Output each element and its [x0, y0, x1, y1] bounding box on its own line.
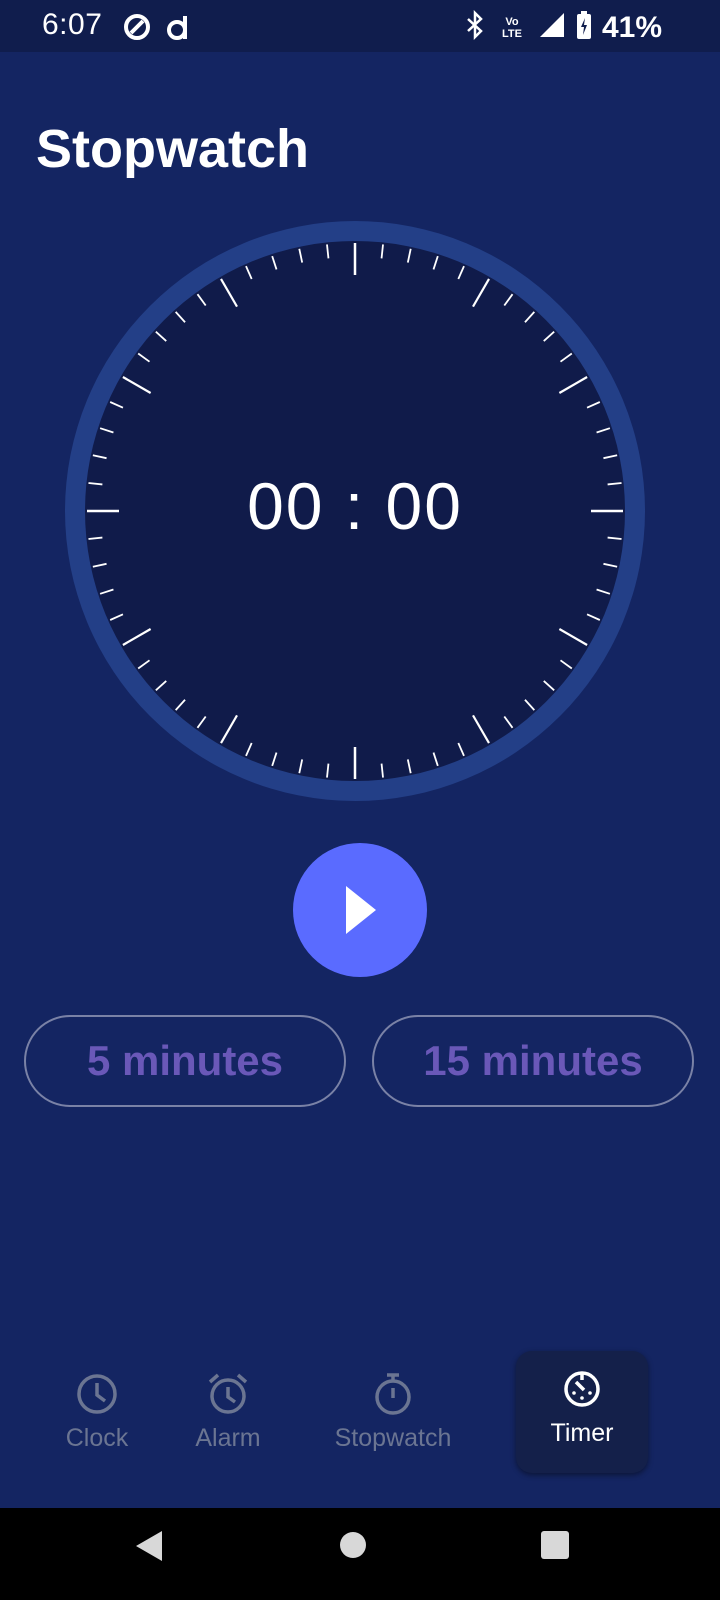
volte-icon: Vo LTE	[501, 15, 522, 40]
status-time: 6:07	[42, 8, 103, 41]
nav-timer[interactable]: Timer	[516, 1351, 648, 1473]
nav-app-icon	[122, 12, 152, 42]
play-icon	[346, 886, 376, 934]
back-icon[interactable]	[134, 1529, 164, 1568]
nav-alarm[interactable]: Alarm	[158, 1350, 298, 1470]
preset-5-minutes-button[interactable]: 5 minutes	[24, 1015, 346, 1107]
bluetooth-icon	[464, 9, 486, 45]
nav-timer-label: Timer	[550, 1419, 614, 1447]
home-icon[interactable]	[338, 1530, 368, 1565]
timer-icon	[564, 1371, 600, 1407]
battery-percentage: 41%	[601, 10, 662, 44]
d-app-icon	[164, 12, 194, 42]
nav-stopwatch[interactable]: Stopwatch	[318, 1350, 468, 1470]
preset-15-minutes-button[interactable]: 15 minutes	[372, 1015, 694, 1107]
alarm-icon	[208, 1373, 248, 1414]
nav-clock[interactable]: Clock	[27, 1350, 167, 1470]
page-title: Stopwatch	[36, 119, 310, 179]
signal-icon	[538, 11, 566, 44]
recents-icon[interactable]	[540, 1530, 570, 1565]
nav-stopwatch-label: Stopwatch	[334, 1424, 452, 1452]
stopwatch-icon	[375, 1373, 411, 1415]
battery-charging-icon	[576, 10, 592, 45]
timer-display: 00 : 00	[247, 469, 463, 543]
start-button[interactable]	[293, 843, 427, 977]
system-navigation-bar	[0, 1508, 720, 1600]
nav-alarm-label: Alarm	[195, 1424, 261, 1452]
status-bar: 6:07 Vo LTE 41%	[0, 0, 720, 52]
clock-icon	[77, 1374, 117, 1414]
nav-clock-label: Clock	[65, 1424, 129, 1452]
status-icons: Vo LTE 41%	[464, 9, 662, 45]
